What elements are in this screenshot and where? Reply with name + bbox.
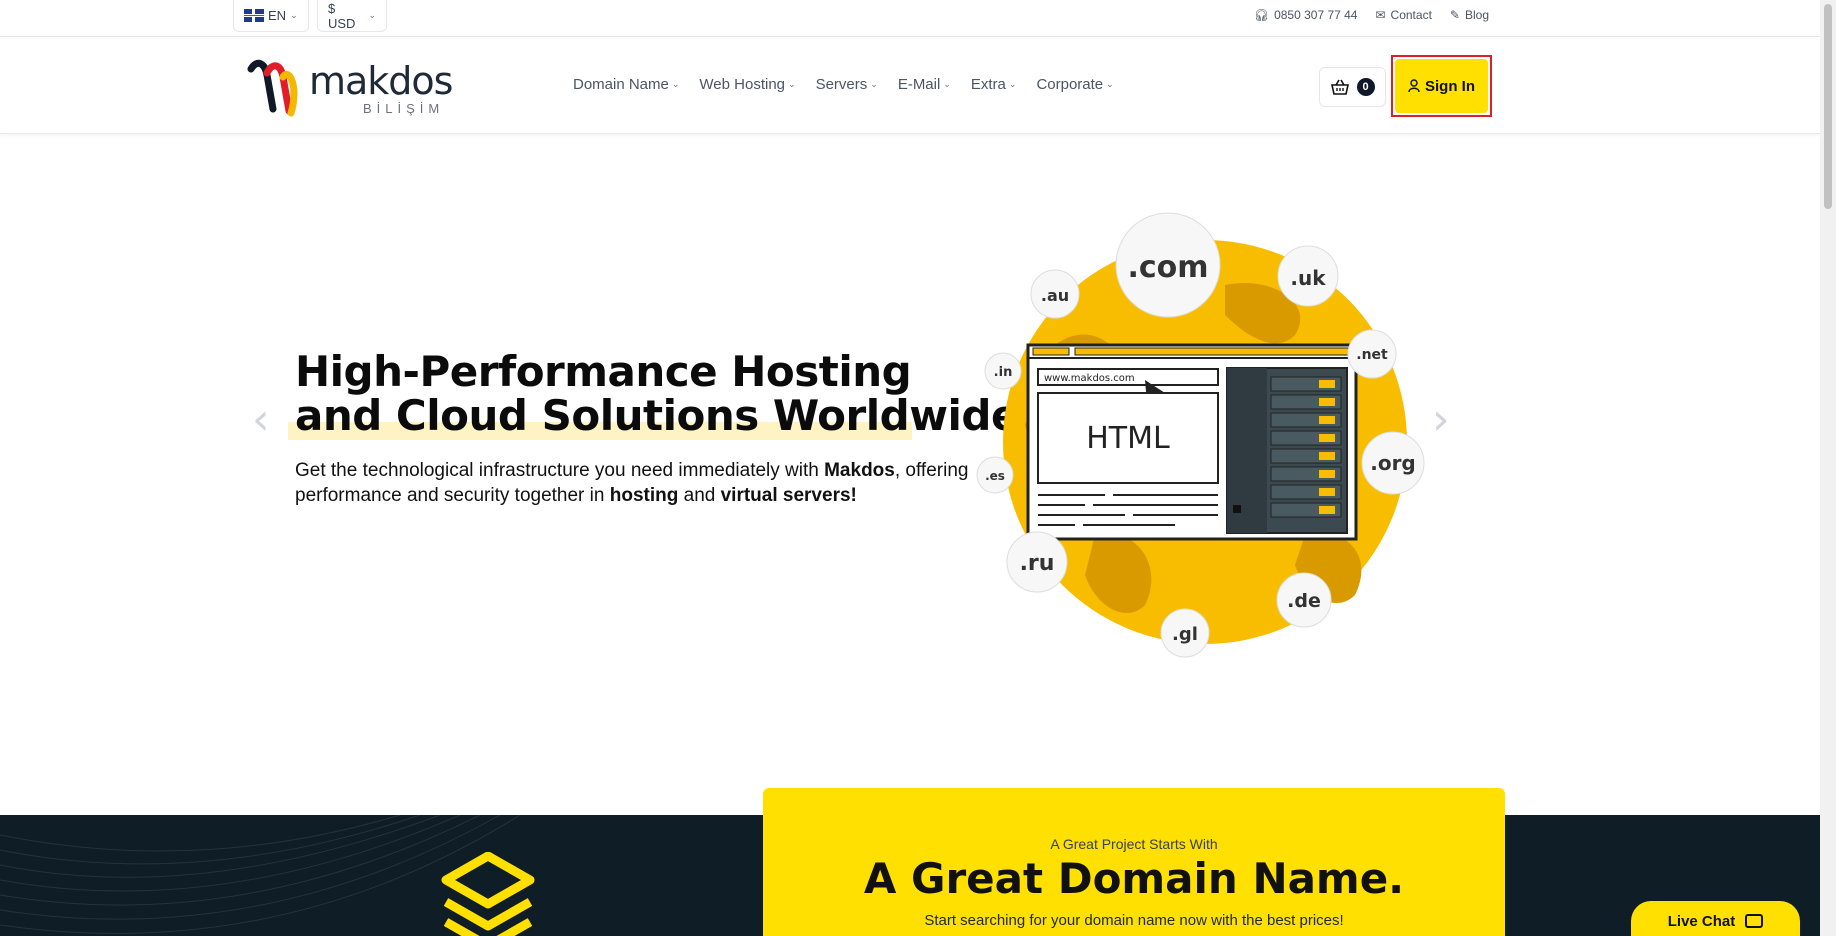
main-header: makdos BİLİŞİM Domain Name ⌄ Web Hosting ⌄… xyxy=(0,37,1820,134)
language-label: EN xyxy=(268,8,287,23)
tld-uk: .uk xyxy=(1290,266,1326,290)
domain-kicker: A Great Project Starts With xyxy=(1050,836,1218,852)
chevron-down-icon: ⌄ xyxy=(788,79,796,89)
currency-label: $ USD xyxy=(328,0,356,31)
nav-web-hosting[interactable]: Web Hosting ⌄ xyxy=(699,76,795,93)
hero-desc-bold-2: hosting xyxy=(609,485,679,506)
contact-label: Contact xyxy=(1390,8,1432,22)
main-nav: Domain Name ⌄ Web Hosting ⌄ Servers ⌄ E-Mai… xyxy=(573,76,1114,93)
nav-label: Extra xyxy=(970,76,1006,93)
hero-title-line-1: High-Performance Hosting xyxy=(295,347,912,396)
tld-ru: .ru xyxy=(1020,551,1055,576)
domain-subtext: Start searching for your domain name now… xyxy=(924,912,1344,929)
phone-number: 0850 307 77 44 xyxy=(1274,8,1358,22)
hero-desc-text-1: Get the technological infrastructure you… xyxy=(295,460,825,481)
tld-org: .org xyxy=(1370,451,1416,475)
scrollbar-thumb[interactable] xyxy=(1824,4,1832,209)
nav-label: Web Hosting xyxy=(699,76,786,93)
currency-selector[interactable]: $ USD ⌄ xyxy=(317,0,387,32)
sign-in-button[interactable]: Sign In xyxy=(1395,59,1488,113)
html-label: HTML xyxy=(1086,421,1170,456)
chevron-down-icon: ⌄ xyxy=(943,79,951,89)
page: EN ⌄ $ USD ⌄ 🎧︎ 0850 307 77 44 ✉︎ Contac… xyxy=(0,0,1836,936)
hero-description: Get the technological infrastructure you… xyxy=(295,458,975,508)
globe-domains-illustration: www.makdos.com HTML .com .uk .au .net .i… xyxy=(976,212,1425,658)
phone-link[interactable]: 🎧︎ 0850 307 77 44 xyxy=(1254,8,1358,22)
top-links: 🎧︎ 0850 307 77 44 ✉︎ Contact ✎ Blog xyxy=(1254,8,1489,22)
chevron-down-icon: ⌄ xyxy=(671,79,680,89)
tld-de: .de xyxy=(1287,590,1321,612)
domain-search-card: A Great Project Starts With A Great Doma… xyxy=(763,788,1505,936)
chevron-down-icon: ⌄ xyxy=(1106,79,1114,89)
slider-prev-button[interactable]: ‹ xyxy=(252,398,270,442)
nav-label: Servers xyxy=(815,76,868,93)
brand-name: makdos xyxy=(309,59,453,103)
blog-label: Blog xyxy=(1464,8,1489,22)
pencil-icon: ✎ xyxy=(1449,8,1460,22)
nav-extra[interactable]: Extra ⌄ xyxy=(971,76,1017,93)
brand-subtitle: BİLİŞİM xyxy=(363,101,445,116)
nav-email[interactable]: E-Mail ⌄ xyxy=(898,76,951,93)
tld-in: .in xyxy=(994,365,1013,380)
headset-icon: 🎧︎ xyxy=(1253,8,1270,22)
user-icon xyxy=(1408,79,1420,93)
chat-icon xyxy=(1745,914,1764,928)
chevron-down-icon: ⌄ xyxy=(368,10,376,20)
tld-gl: .gl xyxy=(1172,624,1198,645)
chevron-down-icon: ⌄ xyxy=(1008,79,1017,89)
nav-label: Corporate xyxy=(1036,76,1104,93)
hero-desc-bold-3: virtual servers! xyxy=(720,485,857,506)
language-selector[interactable]: EN ⌄ xyxy=(233,0,309,32)
cart-count-badge: 0 xyxy=(1356,78,1375,96)
tld-com: .com xyxy=(1127,250,1208,285)
logo-mark-icon xyxy=(247,59,298,117)
basket-icon xyxy=(1330,79,1349,95)
top-bar: EN ⌄ $ USD ⌄ 🎧︎ 0850 307 77 44 ✉︎ Contac… xyxy=(0,0,1820,37)
url-text: www.makdos.com xyxy=(1044,373,1135,384)
decorative-lines xyxy=(0,815,521,934)
tld-net: .net xyxy=(1356,347,1388,363)
tld-au: .au xyxy=(1041,286,1069,305)
mail-icon: ✉︎ xyxy=(1375,8,1386,22)
tld-es: .es xyxy=(985,469,1005,483)
hero-desc-bold-1: Makdos xyxy=(824,460,895,481)
cart-button[interactable]: 0 xyxy=(1319,67,1386,107)
page-scrollbar[interactable] xyxy=(1820,0,1836,936)
nav-domain-name[interactable]: Domain Name ⌄ xyxy=(573,76,679,93)
uk-flag-icon xyxy=(244,9,264,22)
live-chat-label: Live Chat xyxy=(1667,912,1736,930)
logo[interactable]: makdos BİLİŞİM xyxy=(247,57,453,117)
hero-title-line-2: and Cloud Solutions Worldwide xyxy=(295,391,1019,440)
domain-headline: A Great Domain Name. xyxy=(863,854,1405,903)
live-chat-button[interactable]: Live Chat xyxy=(1631,901,1800,936)
blog-link[interactable]: ✎ Blog xyxy=(1450,8,1489,22)
nav-corporate[interactable]: Corporate ⌄ xyxy=(1036,76,1113,93)
chevron-down-icon: ⌄ xyxy=(870,79,878,89)
sign-in-label: Sign In xyxy=(1425,77,1475,95)
chevron-down-icon: ⌄ xyxy=(290,10,298,20)
nav-label: Domain Name xyxy=(573,76,669,93)
hero-title: High-Performance Hosting and Cloud Solut… xyxy=(295,350,1019,438)
nav-servers[interactable]: Servers ⌄ xyxy=(816,76,878,93)
hero-desc-text-3: and xyxy=(678,485,721,506)
layers-icon xyxy=(441,852,535,936)
nav-label: E-Mail xyxy=(897,76,941,93)
contact-link[interactable]: ✉︎ Contact xyxy=(1375,8,1431,22)
